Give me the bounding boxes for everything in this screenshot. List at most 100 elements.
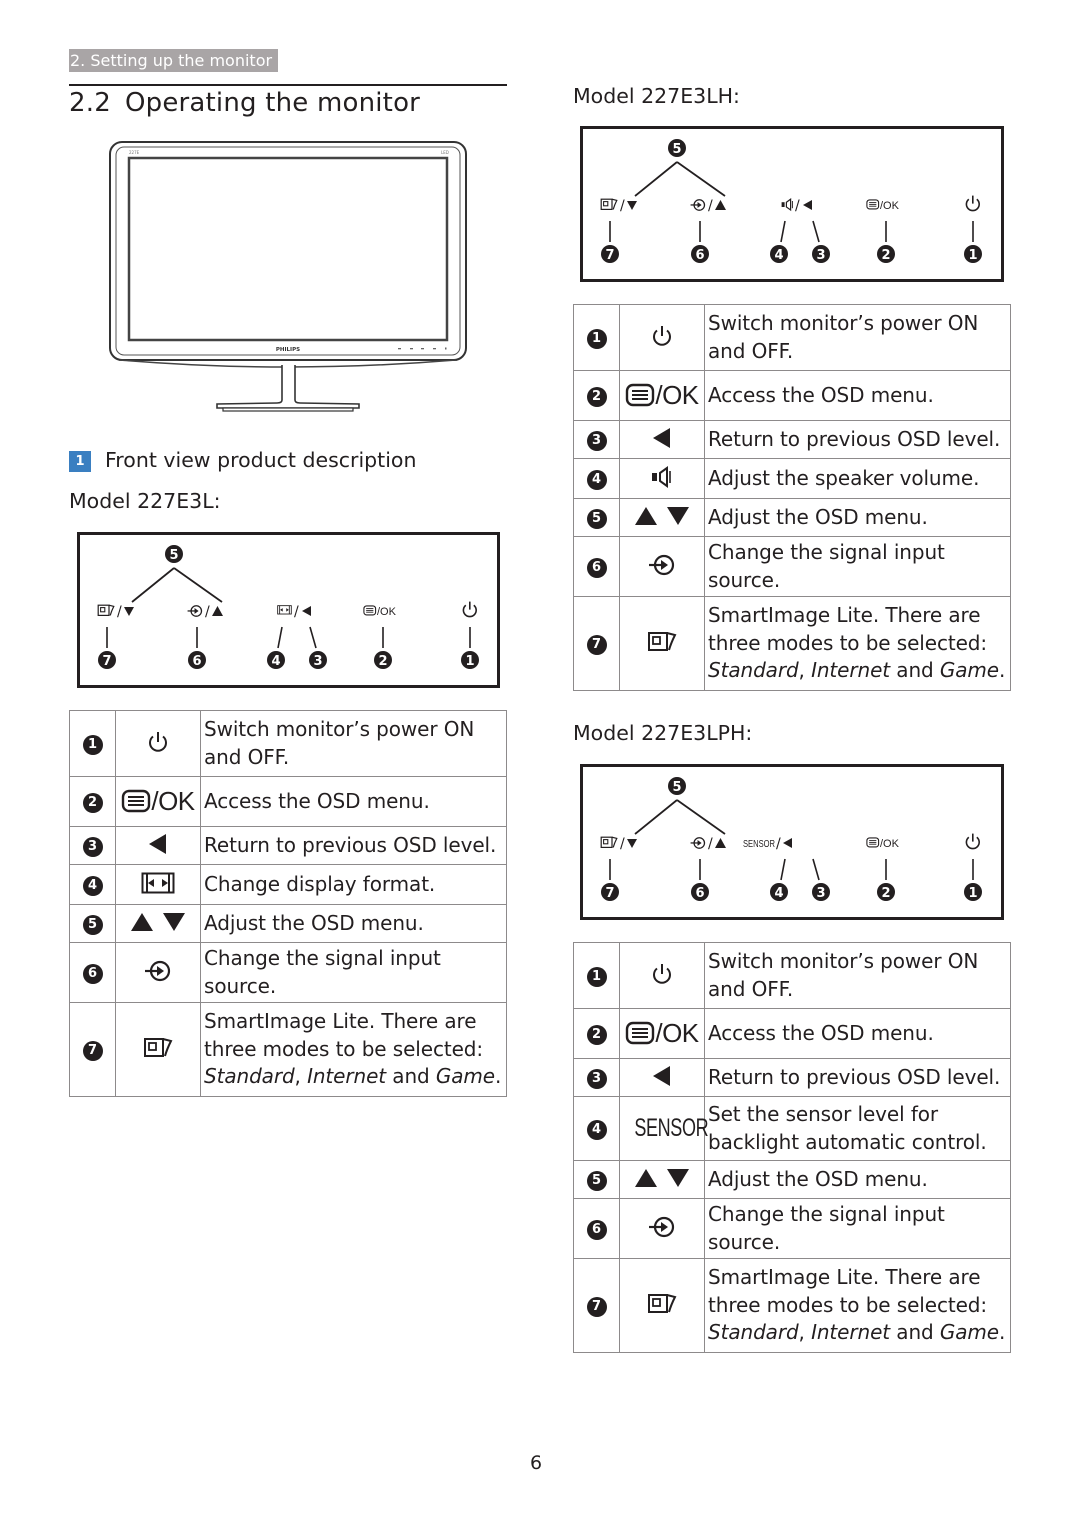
svg-text:/: / (205, 604, 210, 620)
menu-icon (363, 605, 377, 616)
row-number: 3 (573, 1058, 620, 1097)
table-row: 6 Change the signal input source. (69, 942, 507, 1003)
table-row: 1 Switch monitor’s power ON and OFF. (573, 942, 1011, 1009)
input-source-icon (144, 959, 172, 983)
down-arrow-icon (666, 506, 690, 530)
row-icon-cell (619, 1258, 705, 1353)
row-icon-cell (619, 596, 705, 691)
svg-text:/: / (294, 604, 299, 620)
row-number: 1 (69, 710, 116, 777)
menu-ok-icon: /OK (625, 379, 699, 411)
table-row: 2/OK Access the OSD menu. (573, 370, 1011, 421)
description-text: , (294, 1064, 308, 1089)
row-icon-cell (619, 1058, 705, 1097)
svg-text:5: 5 (672, 142, 681, 157)
number-badge: 3 (82, 836, 103, 857)
row-number: 7 (573, 596, 620, 691)
description-text: SmartImage Lite. There are three modes t… (708, 1265, 988, 1317)
button-table-227e3lh: 1 Switch monitor’s power ON and OFF. 2/OK A… (573, 304, 1011, 691)
table-row: 5 Adjust the OSD menu. (573, 1160, 1011, 1199)
button-panel-227e3lh: 5 7 6 4 3 2 1 / / / /OK (580, 126, 1004, 282)
model-label-227e3lph: Model 227E3LPH: (573, 721, 753, 745)
up-down-arrows-icon (130, 912, 186, 936)
number-badge: 5 (586, 1170, 607, 1191)
row-icon-cell (619, 420, 705, 459)
row-description: Change the signal input source. (200, 942, 507, 1003)
row-number: 4 (69, 864, 116, 905)
number-badge: 7 (82, 1040, 103, 1061)
row-description: Change display format. (200, 864, 507, 905)
left-arrow-icon (783, 838, 792, 848)
svg-text:7: 7 (102, 654, 111, 669)
input-source-icon (648, 1215, 676, 1239)
row-icon-cell: /OK (619, 1008, 705, 1059)
number-badge: 7 (586, 634, 607, 655)
row-number: 4 (573, 458, 620, 499)
row-icon-cell (619, 1160, 705, 1199)
row-description: Adjust the OSD menu. (704, 498, 1011, 537)
power-icon (965, 833, 980, 850)
ok-label: /OK (880, 200, 900, 212)
left-arrow-icon (652, 1065, 672, 1087)
description-text: SmartImage Lite. There are three modes t… (708, 603, 988, 655)
ok-label: /OK (655, 1017, 699, 1048)
number-badge: 3 (586, 1068, 607, 1089)
subsection-title: Front view product description (105, 448, 417, 472)
page-number: 6 (530, 1452, 543, 1474)
number-badge: 5 (82, 914, 103, 935)
row-icon-cell (115, 864, 201, 905)
row-description: Access the OSD menu. (200, 776, 507, 827)
sensor-label: SENSOR (620, 1114, 723, 1142)
row-number: 1 (573, 304, 620, 371)
mode-name: Internet (811, 658, 891, 683)
row-icon-cell (619, 1198, 705, 1259)
row-description: Return to previous OSD level. (200, 826, 507, 865)
left-arrow-icon (302, 606, 311, 616)
led-mark: LED (441, 150, 449, 155)
menu-ok-icon: /OK (121, 785, 195, 817)
row-description: Adjust the OSD menu. (200, 904, 507, 943)
number-badge: 4 (82, 875, 103, 896)
svg-text:3: 3 (816, 248, 825, 263)
number-badge: 5 (586, 508, 607, 529)
table-row: 3 Return to previous OSD level. (573, 420, 1011, 459)
svg-text:/: / (620, 836, 625, 852)
row-number: 3 (69, 826, 116, 865)
row-icon-cell (619, 536, 705, 597)
svg-text:5: 5 (169, 548, 178, 563)
up-arrow-icon (130, 912, 154, 936)
svg-text:2: 2 (881, 248, 890, 263)
svg-text:2: 2 (378, 654, 387, 669)
button-panel-227e3lph: 5 7 6 4 3 2 1// SENSOR //OK (580, 764, 1004, 920)
monitor-front-illustration: 227E LED PHILIPS (109, 141, 467, 412)
svg-text:3: 3 (313, 654, 322, 669)
row-description: Return to previous OSD level. (704, 420, 1011, 459)
number-badge: 2 (82, 792, 103, 813)
description-text: SmartImage Lite. There are three modes t… (204, 1009, 484, 1061)
smartimage-icon (647, 631, 677, 653)
svg-text:4: 4 (271, 654, 280, 669)
ok-label: /OK (151, 785, 195, 816)
number-badge: 1 (586, 966, 607, 987)
table-row: 7 SmartImage Lite. There are three modes … (573, 1258, 1011, 1353)
row-number: 5 (69, 904, 116, 943)
table-row: 6 Change the signal input source. (573, 1198, 1011, 1259)
table-row: 7 SmartImage Lite. There are three modes … (573, 596, 1011, 691)
row-number: 5 (573, 498, 620, 537)
row-icon-cell: SENSOR (619, 1096, 709, 1161)
power-icon (462, 601, 477, 618)
ok-label: /OK (655, 379, 699, 410)
table-row: 3 Return to previous OSD level. (69, 826, 507, 865)
mode-name: Standard (204, 1064, 295, 1089)
row-number: 6 (69, 942, 116, 1003)
up-down-arrows-icon (634, 1168, 690, 1192)
breadcrumb: 2. Setting up the monitor (69, 49, 279, 72)
power-icon (147, 730, 169, 754)
model-label-227e3lh: Model 227E3LH: (573, 84, 740, 108)
ok-label: /OK (880, 838, 900, 850)
mode-name: Game (939, 658, 1000, 683)
row-number: 6 (573, 536, 620, 597)
row-number: 2 (573, 370, 620, 421)
svg-text:/: / (708, 198, 713, 214)
svg-text:2: 2 (881, 886, 890, 901)
